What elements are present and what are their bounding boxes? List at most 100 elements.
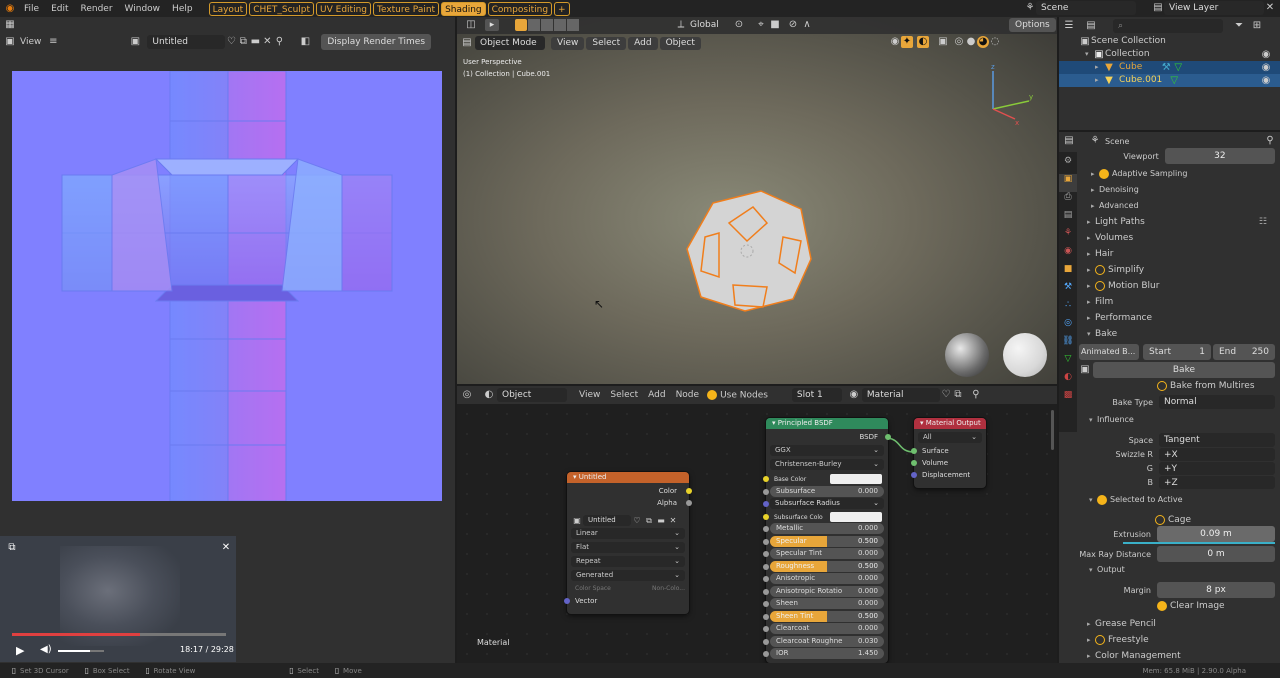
bsdf-input-row[interactable]: Anisotropic Rotatio 0.000	[763, 585, 888, 598]
color-swatch[interactable]	[830, 511, 882, 522]
grease-pencil-panel[interactable]: ▸ Grease Pencil	[1079, 616, 1275, 632]
tab-material-icon[interactable]: ◐	[1059, 372, 1077, 390]
hamburger-icon[interactable]: ≡	[47, 36, 59, 48]
input-socket[interactable]	[763, 488, 769, 495]
input-socket[interactable]	[763, 626, 769, 632]
mode-icon[interactable]: ▤	[461, 37, 473, 49]
checkbox-unchecked-icon[interactable]	[1095, 634, 1105, 645]
select-new-icon[interactable]	[515, 19, 527, 31]
image-browse-icon[interactable]: ▣	[571, 515, 583, 527]
value-slider[interactable]: Anisotropic Rotatio 0.000	[770, 585, 884, 597]
advanced-panel[interactable]: ▸ Advanced	[1079, 198, 1275, 214]
target-select[interactable]: All ⌄	[918, 432, 982, 443]
falloff-icon[interactable]: ∧	[801, 19, 813, 31]
outliner-item-cube001[interactable]: ▸ ▼ Cube.001 ▽ ◉	[1059, 74, 1280, 87]
wireframe-shading-icon[interactable]: ◎	[953, 36, 965, 48]
display-channels-icon[interactable]: ◧	[299, 36, 311, 48]
denoising-panel[interactable]: ▸ Denoising	[1079, 182, 1275, 198]
mode-icon[interactable]: ▣	[4, 36, 16, 48]
view-menu[interactable]: View	[20, 37, 41, 47]
normal-space-select[interactable]: Tangent	[1159, 433, 1275, 447]
tab-object-icon[interactable]: ■	[1059, 264, 1077, 282]
value-slider[interactable]: Sheen 0.000	[770, 598, 884, 609]
tab-modifier-icon[interactable]: ⚒	[1059, 282, 1077, 300]
bsdf-input-row[interactable]: Sheen Tint 0.500	[763, 610, 888, 623]
value-slider[interactable]: Specular Tint 0.000	[770, 548, 884, 559]
subsurface-method-select[interactable]: Christensen-Burley ⌄	[770, 459, 884, 470]
menu-render[interactable]: Render	[81, 4, 113, 14]
clear-image-row[interactable]: Clear Image	[1079, 598, 1275, 614]
projection-select[interactable]: Flat ⌄	[571, 542, 685, 553]
checkbox-checked-icon[interactable]	[1099, 168, 1109, 179]
influence-subpanel[interactable]: ▾ Influence	[1079, 412, 1275, 428]
unlink-icon[interactable]: ✕	[261, 36, 273, 48]
tab-texture-paint[interactable]: Texture Paint	[372, 1, 440, 16]
source-select[interactable]: Generated ⌄	[571, 570, 685, 581]
tab-chet-sculpt[interactable]: CHET_Sculpt	[249, 1, 315, 16]
close-icon[interactable]: ✕	[1264, 2, 1276, 14]
video-progress-track[interactable]	[12, 633, 226, 636]
visibility-icon[interactable]: ◉	[889, 36, 901, 48]
input-socket[interactable]	[763, 526, 769, 532]
selected-cube-object[interactable]	[683, 189, 815, 315]
input-socket[interactable]	[763, 651, 769, 657]
orientation-icon[interactable]: ⟂	[675, 19, 687, 31]
bsdf-input-row[interactable]: Metallic 0.000	[763, 523, 888, 535]
rendered-shading-icon[interactable]: ◌	[989, 36, 1001, 48]
socket-bsdf[interactable]	[885, 434, 891, 440]
checkbox-unchecked-icon[interactable]	[1095, 264, 1105, 275]
menu-window[interactable]: Window	[125, 4, 161, 14]
fake-user-icon[interactable]: ♡	[631, 515, 643, 527]
image-name-field[interactable]: Untitled	[147, 35, 226, 49]
input-socket[interactable]	[763, 501, 769, 507]
output-subpanel[interactable]: ▾ Output	[1079, 562, 1275, 578]
bsdf-input-row[interactable]: Subsurface 0.000	[763, 485, 888, 498]
performance-panel[interactable]: ▸ Performance	[1079, 310, 1275, 326]
bsdf-input-row[interactable]: Roughness 0.500	[763, 560, 888, 573]
max-ray-distance-field[interactable]: 0 m	[1157, 546, 1275, 562]
input-socket[interactable]	[763, 551, 769, 557]
value-slider[interactable]: Clearcoat Roughne 0.030	[770, 635, 884, 647]
end-frame-field[interactable]: End 250	[1213, 344, 1275, 360]
extension-select[interactable]: Repeat ⌄	[571, 556, 685, 567]
swizzle-b-select[interactable]: +Z	[1159, 475, 1275, 489]
image-field[interactable]: Untitled	[583, 515, 631, 526]
tab-shading[interactable]: Shading	[441, 1, 486, 16]
select-invert-icon[interactable]	[554, 19, 566, 31]
viewport-menu-view[interactable]: View	[551, 36, 585, 50]
viewport-menu-object[interactable]: Object	[659, 36, 701, 50]
overlay-icon[interactable]: ◐	[917, 36, 929, 48]
bake-from-multires-row[interactable]: Bake from Multires	[1079, 378, 1275, 394]
pivot-icon[interactable]: ⊙	[733, 19, 745, 31]
tab-view-layer-icon[interactable]: ▤	[1059, 210, 1077, 228]
viewport-menu-add[interactable]: Add	[628, 36, 658, 50]
input-socket[interactable]	[763, 613, 769, 620]
select-extend-icon[interactable]	[528, 19, 540, 31]
list-icon[interactable]: ☷	[1259, 214, 1267, 230]
tab-data-icon[interactable]: ▽	[1059, 354, 1077, 372]
select-subtract-icon[interactable]	[541, 19, 553, 31]
input-socket[interactable]	[763, 601, 769, 607]
tab-uv-editing[interactable]: UV Editing	[316, 1, 371, 16]
filter-icon[interactable]: ⏷	[1233, 20, 1245, 32]
editor-type-icon[interactable]: ◫	[465, 19, 477, 31]
eye-icon[interactable]: ◉	[1260, 75, 1272, 87]
bsdf-input-row[interactable]: Clearcoat Roughne 0.030	[763, 635, 888, 648]
checkbox-checked-icon[interactable]	[1157, 601, 1167, 611]
unlink-icon[interactable]: ✕	[667, 515, 679, 527]
start-frame-field[interactable]: Start 1	[1143, 344, 1211, 360]
margin-field[interactable]: 8 px	[1157, 582, 1275, 598]
input-socket[interactable]	[763, 638, 769, 645]
value-slider[interactable]: IOR 1.450	[770, 648, 884, 659]
open-image-icon[interactable]: ▬	[249, 36, 261, 48]
menu-help[interactable]: Help	[172, 4, 193, 14]
bsdf-input-row[interactable]: Anisotropic 0.000	[763, 573, 888, 585]
interpolation-select[interactable]: Linear ⌄	[571, 528, 685, 539]
selected-to-active-subpanel[interactable]: ▾ Selected to Active	[1079, 492, 1275, 508]
value-slider[interactable]: Specular 0.500	[770, 535, 884, 547]
tab-compositing[interactable]: Compositing	[487, 1, 553, 16]
display-mode-icon[interactable]: ▤	[1085, 20, 1097, 32]
display-render-times-button[interactable]: Display Render Times	[321, 34, 432, 50]
3d-viewport[interactable]: ◫ ▸ ⟂ Global ⊙ ⌖ ■ ⊘ ∧ Options ▤ Object …	[457, 17, 1057, 384]
subsurface-radius-select[interactable]: Subsurface Radius ⌄	[770, 498, 884, 509]
